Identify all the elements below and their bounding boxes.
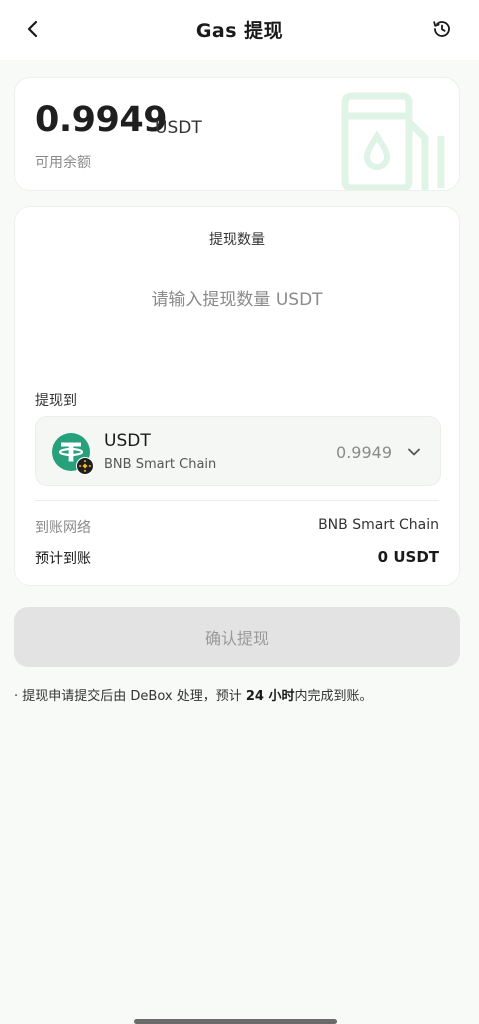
- balance-unit: USDT: [155, 118, 202, 138]
- withdraw-card: 提现数量 提现到 USDT BNB Smart Chain 0.9949 到账网…: [14, 206, 460, 586]
- confirm-withdraw-button[interactable]: 确认提现: [14, 607, 460, 667]
- notice-bullet: ·: [14, 689, 19, 704]
- notice-highlight: 24 小时: [245, 689, 295, 704]
- arrival-network-value: BNB Smart Chain: [318, 517, 439, 533]
- home-indicator[interactable]: [134, 1019, 337, 1024]
- history-button[interactable]: [429, 16, 455, 42]
- history-clock-icon: [433, 21, 450, 37]
- estimated-arrival-value: 0 USDT: [377, 548, 439, 566]
- amount-input[interactable]: [55, 285, 419, 315]
- arrival-network-label: 到账网络: [35, 520, 91, 536]
- token-chain-name: BNB Smart Chain: [104, 457, 217, 472]
- token-network-select[interactable]: USDT BNB Smart Chain 0.9949: [35, 416, 441, 486]
- estimated-arrival-label: 预计到账: [35, 551, 91, 567]
- available-balance-amount: 0.9949: [35, 100, 168, 140]
- chevron-down-icon: [408, 448, 420, 456]
- notice-text-prefix: 提现申请提交后由 DeBox 处理，预计: [22, 689, 246, 704]
- gas-pump-icon: [341, 92, 445, 190]
- bnb-chain-icon: [76, 457, 94, 475]
- divider: [35, 500, 439, 501]
- available-balance-label: 可用余额: [35, 155, 91, 171]
- top-bar: Gas 提现: [0, 0, 479, 60]
- token-balance: 0.9949: [336, 443, 392, 462]
- token-symbol: USDT: [104, 431, 151, 451]
- balance-card: 0.9949 USDT 可用余额: [14, 77, 460, 191]
- amount-section-title: 提现数量: [209, 232, 265, 248]
- withdraw-to-label: 提现到: [35, 393, 77, 409]
- withdraw-notice: · 提现申请提交后由 DeBox 处理，预计 24 小时内完成到账。: [14, 685, 469, 704]
- notice-text-suffix: 内完成到账。: [294, 689, 373, 704]
- page-title: Gas 提现: [195, 20, 284, 42]
